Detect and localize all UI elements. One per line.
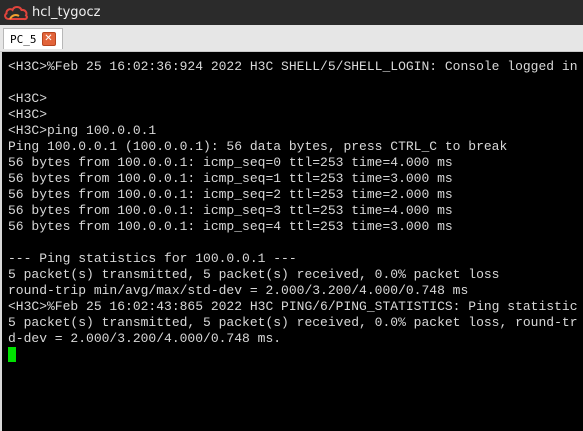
tab-pc5[interactable]: PC_5 ✕: [3, 28, 63, 49]
terminal-line: 5 packet(s) transmitted, 5 packet(s) rec…: [8, 315, 578, 330]
tab-strip: PC_5 ✕: [0, 25, 583, 52]
tab-label: PC_5: [10, 32, 37, 46]
terminal-line: 5 packet(s) transmitted, 5 packet(s) rec…: [8, 267, 500, 282]
cloud-logo-icon: [3, 4, 29, 22]
app-window: hcl_tygocz PC_5 ✕ <H3C>%Feb 25 16:02:36:…: [0, 0, 583, 431]
terminal-line: <H3C>%Feb 25 16:02:36:924 2022 H3C SHELL…: [8, 59, 578, 74]
title-bar: hcl_tygocz: [0, 0, 583, 25]
terminal-line: <H3C>ping 100.0.0.1: [8, 123, 157, 138]
terminal-line: <H3C>%Feb 25 16:02:43:865 2022 H3C PING/…: [8, 299, 578, 314]
terminal-line: 56 bytes from 100.0.0.1: icmp_seq=1 ttl=…: [8, 171, 453, 186]
terminal-line: 56 bytes from 100.0.0.1: icmp_seq=2 ttl=…: [8, 187, 453, 202]
terminal-console[interactable]: <H3C>%Feb 25 16:02:36:924 2022 H3C SHELL…: [0, 52, 583, 431]
close-icon[interactable]: ✕: [41, 32, 56, 46]
window-title: hcl_tygocz: [32, 5, 101, 20]
terminal-line: 56 bytes from 100.0.0.1: icmp_seq=0 ttl=…: [8, 155, 453, 170]
terminal-line: 56 bytes from 100.0.0.1: icmp_seq=4 ttl=…: [8, 219, 453, 234]
terminal-line: <H3C>: [8, 107, 48, 122]
terminal-line: d-dev = 2.000/3.200/4.000/0.748 ms.: [8, 331, 282, 346]
terminal-line: <H3C>: [8, 91, 48, 106]
terminal-line: --- Ping statistics for 100.0.0.1 ---: [8, 251, 297, 266]
terminal-line: Ping 100.0.0.1 (100.0.0.1): 56 data byte…: [8, 139, 508, 154]
terminal-line: 56 bytes from 100.0.0.1: icmp_seq=3 ttl=…: [8, 203, 453, 218]
terminal-line: round-trip min/avg/max/std-dev = 2.000/3…: [8, 283, 469, 298]
text-cursor: [8, 347, 16, 362]
